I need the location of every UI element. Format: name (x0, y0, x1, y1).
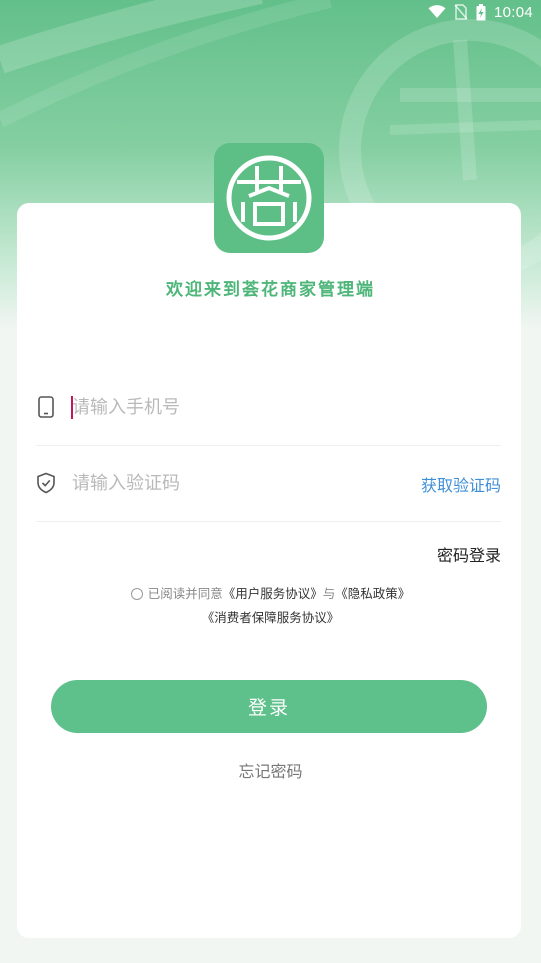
verification-code-field: 获取验证码 (36, 445, 501, 522)
welcome-title: 欢迎来到荟花商家管理端 (166, 280, 375, 300)
login-button[interactable]: 登录 (51, 680, 487, 733)
forgot-password-link[interactable]: 忘记密码 (0, 758, 541, 782)
app-logo (214, 143, 324, 253)
phone-input[interactable] (72, 389, 392, 425)
agreement-prefix: 已阅读并同意 (147, 586, 223, 601)
phone-field (36, 369, 501, 446)
status-bar: 10:04 (0, 0, 541, 24)
login-card (17, 203, 521, 938)
battery-charging-icon (476, 3, 486, 20)
consumer-agreement-link[interactable]: 《消费者保障服务协议》 (202, 610, 340, 625)
get-code-button[interactable]: 获取验证码 (421, 472, 501, 496)
password-login-link[interactable]: 密码登录 (437, 542, 501, 566)
shield-check-icon (37, 472, 55, 494)
wifi-icon (428, 5, 446, 18)
user-agreement-link[interactable]: 《用户服务协议》 (223, 586, 323, 601)
verification-code-input[interactable] (72, 465, 392, 501)
status-time: 10:04 (493, 3, 533, 21)
agreement-section: 已阅读并同意《用户服务协议》与《隐私政策》 《消费者保障服务协议》 (0, 582, 541, 630)
lotus-seal-logo-icon (226, 155, 312, 241)
agreement-conjunction: 与 (322, 586, 336, 601)
agreement-radio[interactable] (130, 588, 143, 600)
privacy-policy-link[interactable]: 《隐私政策》 (335, 586, 410, 601)
phone-icon (38, 396, 54, 418)
text-cursor (71, 396, 73, 419)
no-sim-icon (454, 4, 468, 20)
